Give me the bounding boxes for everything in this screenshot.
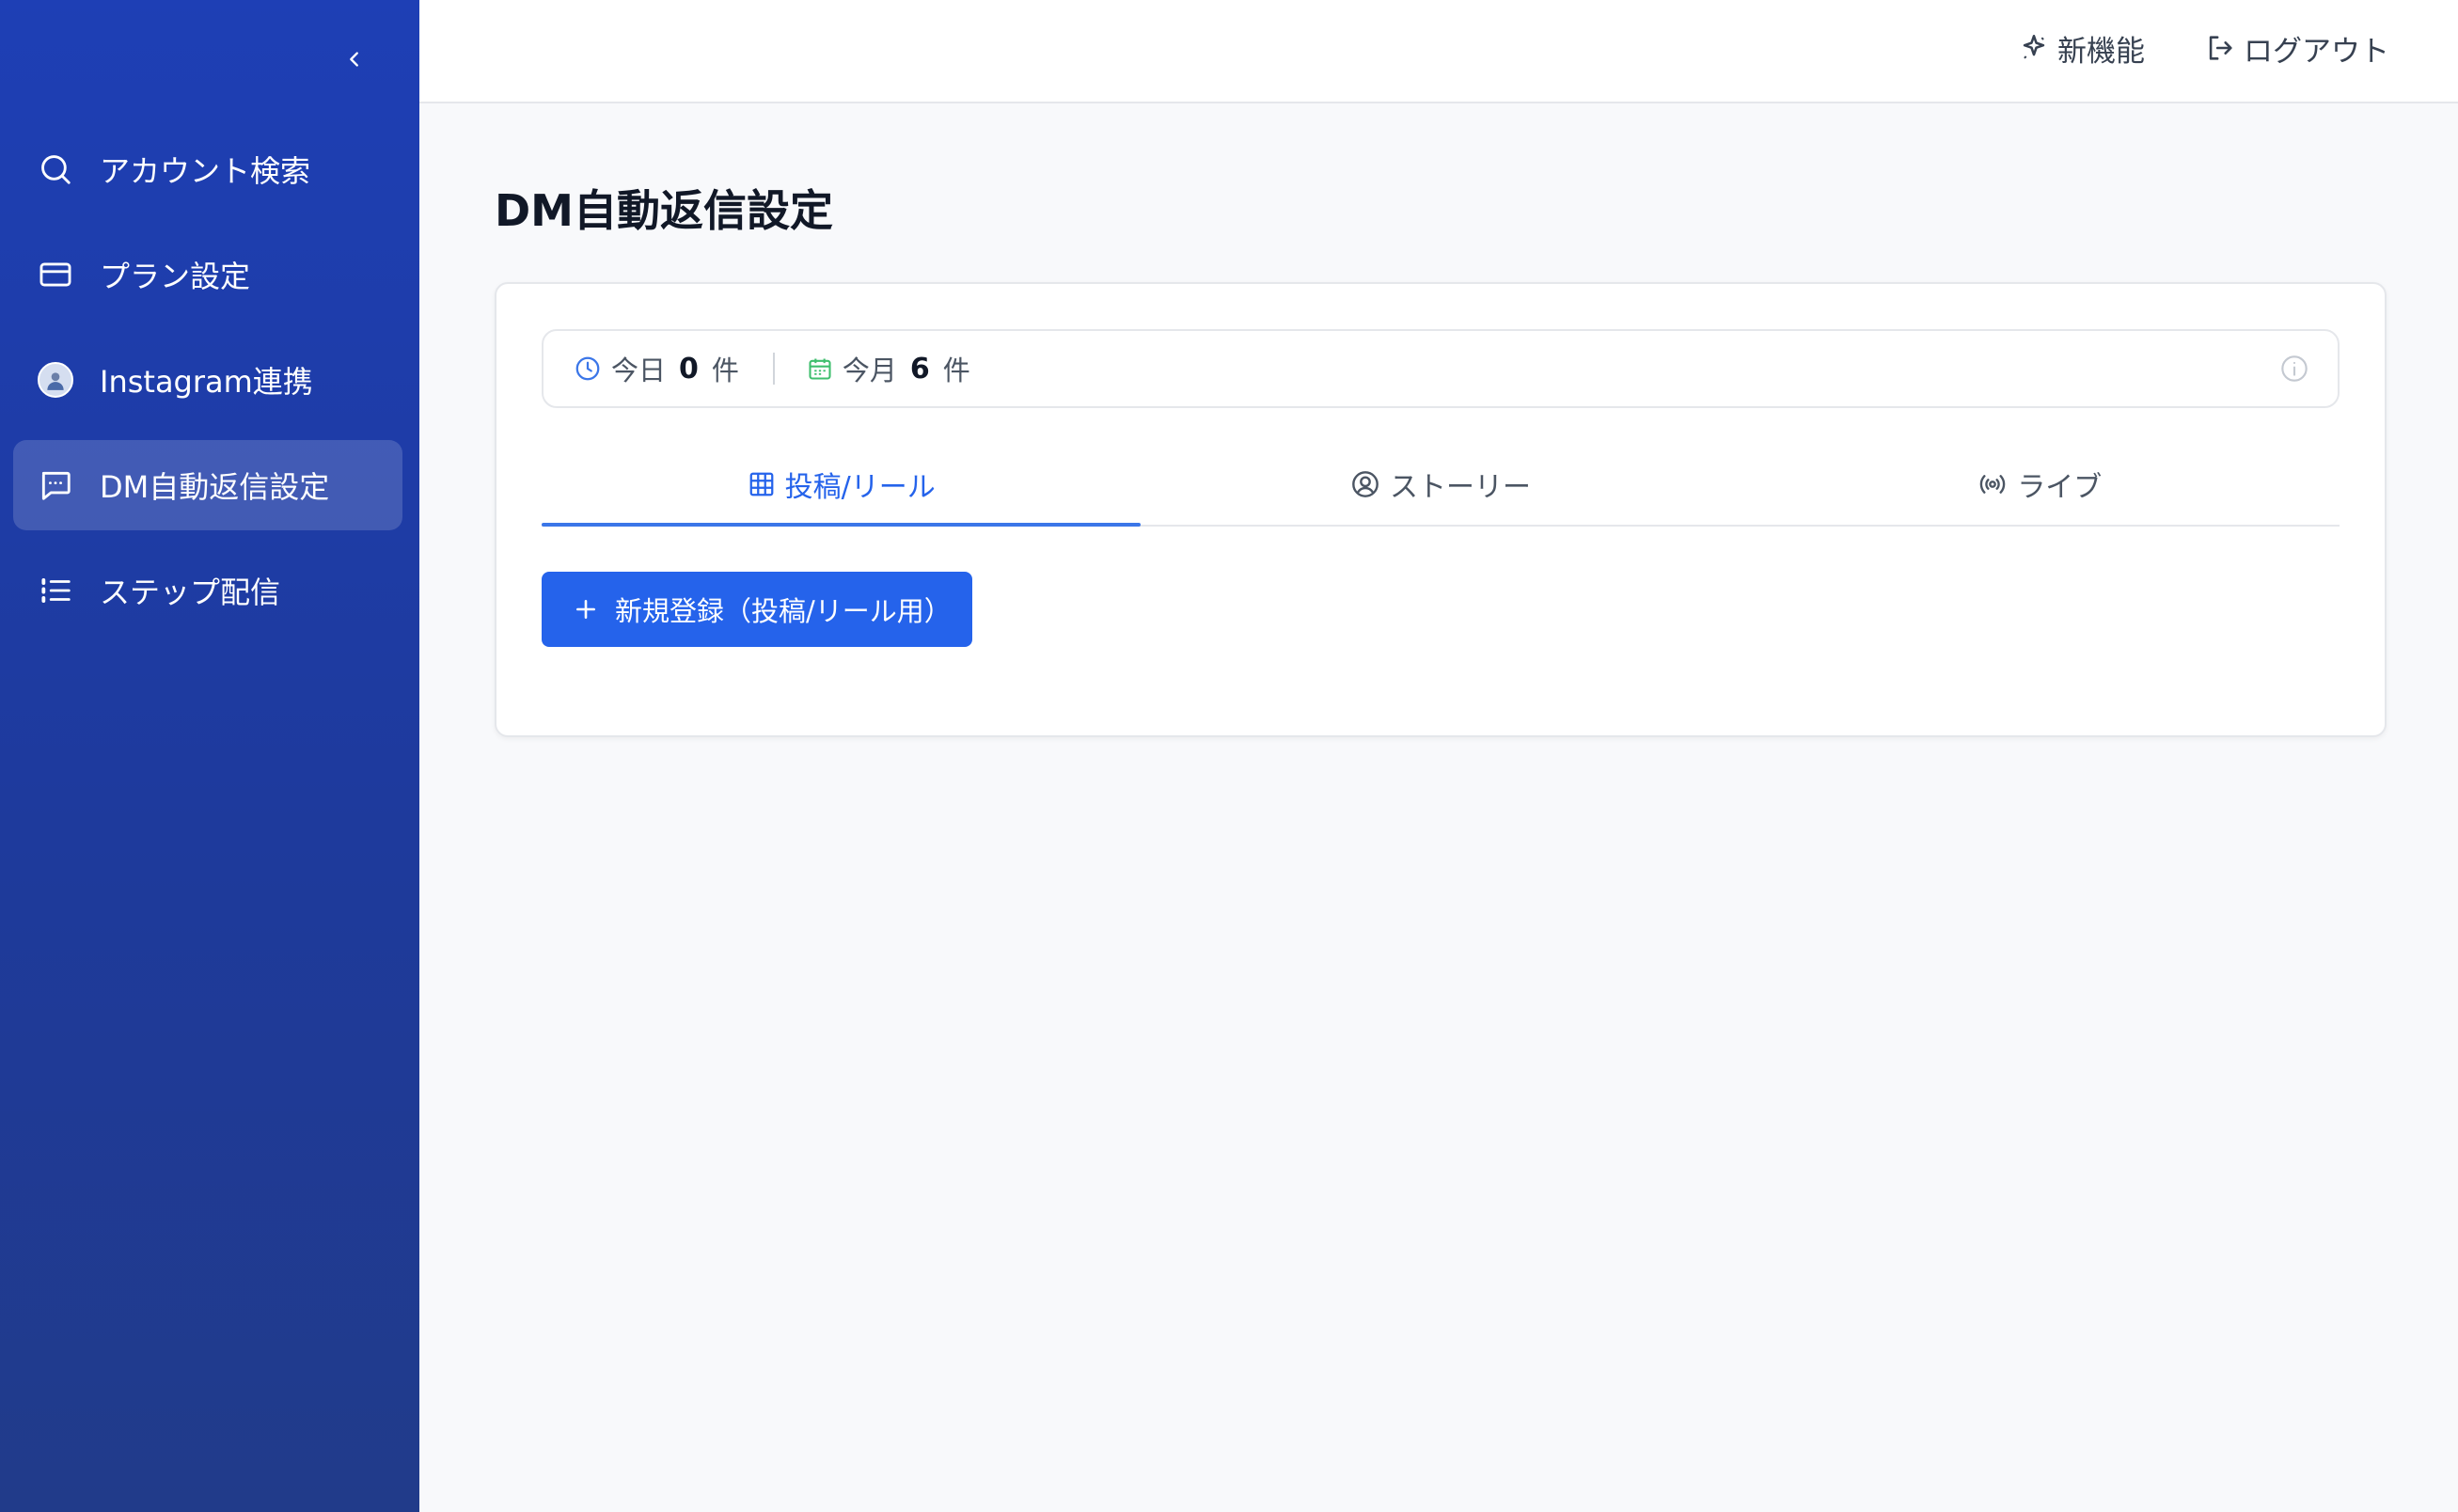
- tab-posts-reels[interactable]: 投稿/リール: [542, 451, 1142, 527]
- settings-card: 今日 0 件 今月 6 件 投稿/リール ストーリー ライブ 新規登録（投稿/リ…: [495, 282, 2387, 737]
- sidebar-item-account-search[interactable]: アカウント検索: [13, 124, 402, 214]
- tab-label: ライブ: [2017, 471, 2103, 504]
- topbar: 新機能 ログアウト: [419, 0, 2458, 103]
- page-title: DM自動返信設定: [495, 185, 833, 236]
- sidebar-item-plan-settings[interactable]: プラン設定: [13, 229, 402, 320]
- sidebar-item-step-delivery[interactable]: ステップ配信: [13, 545, 402, 636]
- user-circle-icon: [1352, 471, 1379, 497]
- logout-button[interactable]: ログアウト: [2204, 26, 2389, 70]
- sidebar-item-label: ステップ配信: [100, 575, 281, 610]
- tab-label: 投稿/リール: [784, 471, 936, 504]
- info-icon[interactable]: [2279, 354, 2309, 384]
- new-features-button[interactable]: 新機能: [2018, 26, 2145, 70]
- new-registration-label: 新規登録（投稿/リール用）: [615, 595, 952, 627]
- avatar-icon: [38, 362, 73, 398]
- month-label: 今月: [842, 354, 897, 386]
- sidebar-item-instagram-link[interactable]: Instagram連携: [13, 335, 402, 425]
- sidebar-item-label: アカウント検索: [100, 153, 311, 189]
- tab-bar: 投稿/リール ストーリー ライブ: [542, 451, 2340, 527]
- tab-live[interactable]: ライブ: [1741, 451, 2340, 525]
- tab-label: ストーリー: [1389, 471, 1531, 504]
- credit-card-icon: [36, 255, 75, 294]
- new-features-label: 新機能: [2057, 34, 2145, 69]
- collapse-sidebar-button[interactable]: [337, 41, 372, 77]
- broadcast-icon: [1980, 475, 2006, 494]
- stat-today: 今日 0 件: [574, 349, 739, 388]
- today-unit: 件: [711, 354, 739, 386]
- logout-icon: [2209, 36, 2232, 60]
- clock-icon: [575, 356, 600, 381]
- sparkle-icon: [2023, 34, 2045, 59]
- new-registration-button[interactable]: 新規登録（投稿/リール用）: [542, 572, 972, 647]
- sidebar-item-label: プラン設定: [100, 259, 251, 294]
- list-icon: [36, 571, 75, 610]
- logout-label: ログアウト: [2244, 34, 2389, 69]
- message-icon: [36, 465, 75, 505]
- today-count: 0: [679, 352, 699, 386]
- stats-bar: 今日 0 件 今月 6 件: [542, 329, 2340, 408]
- sidebar-item-dm-auto-reply[interactable]: DM自動返信設定: [13, 440, 402, 530]
- search-icon: [36, 150, 75, 189]
- sidebar-item-label: DM自動返信設定: [100, 469, 330, 505]
- sidebar: アカウント検索 プラン設定 Instagram連携 DM自動返信設定 ステップ配…: [0, 0, 419, 1512]
- grid-icon: [749, 472, 773, 496]
- sidebar-item-label: Instagram連携: [100, 364, 313, 400]
- month-unit: 件: [942, 354, 970, 386]
- stat-divider: [772, 353, 775, 385]
- avatar-wrapper: [36, 360, 75, 400]
- chevron-left-icon: [350, 52, 358, 67]
- today-label: 今日: [611, 354, 667, 386]
- stat-month: 今月 6 件: [807, 349, 970, 388]
- plus-icon: [576, 600, 595, 619]
- calendar-icon: [809, 358, 831, 380]
- tab-stories[interactable]: ストーリー: [1141, 451, 1740, 525]
- month-count: 6: [909, 352, 930, 386]
